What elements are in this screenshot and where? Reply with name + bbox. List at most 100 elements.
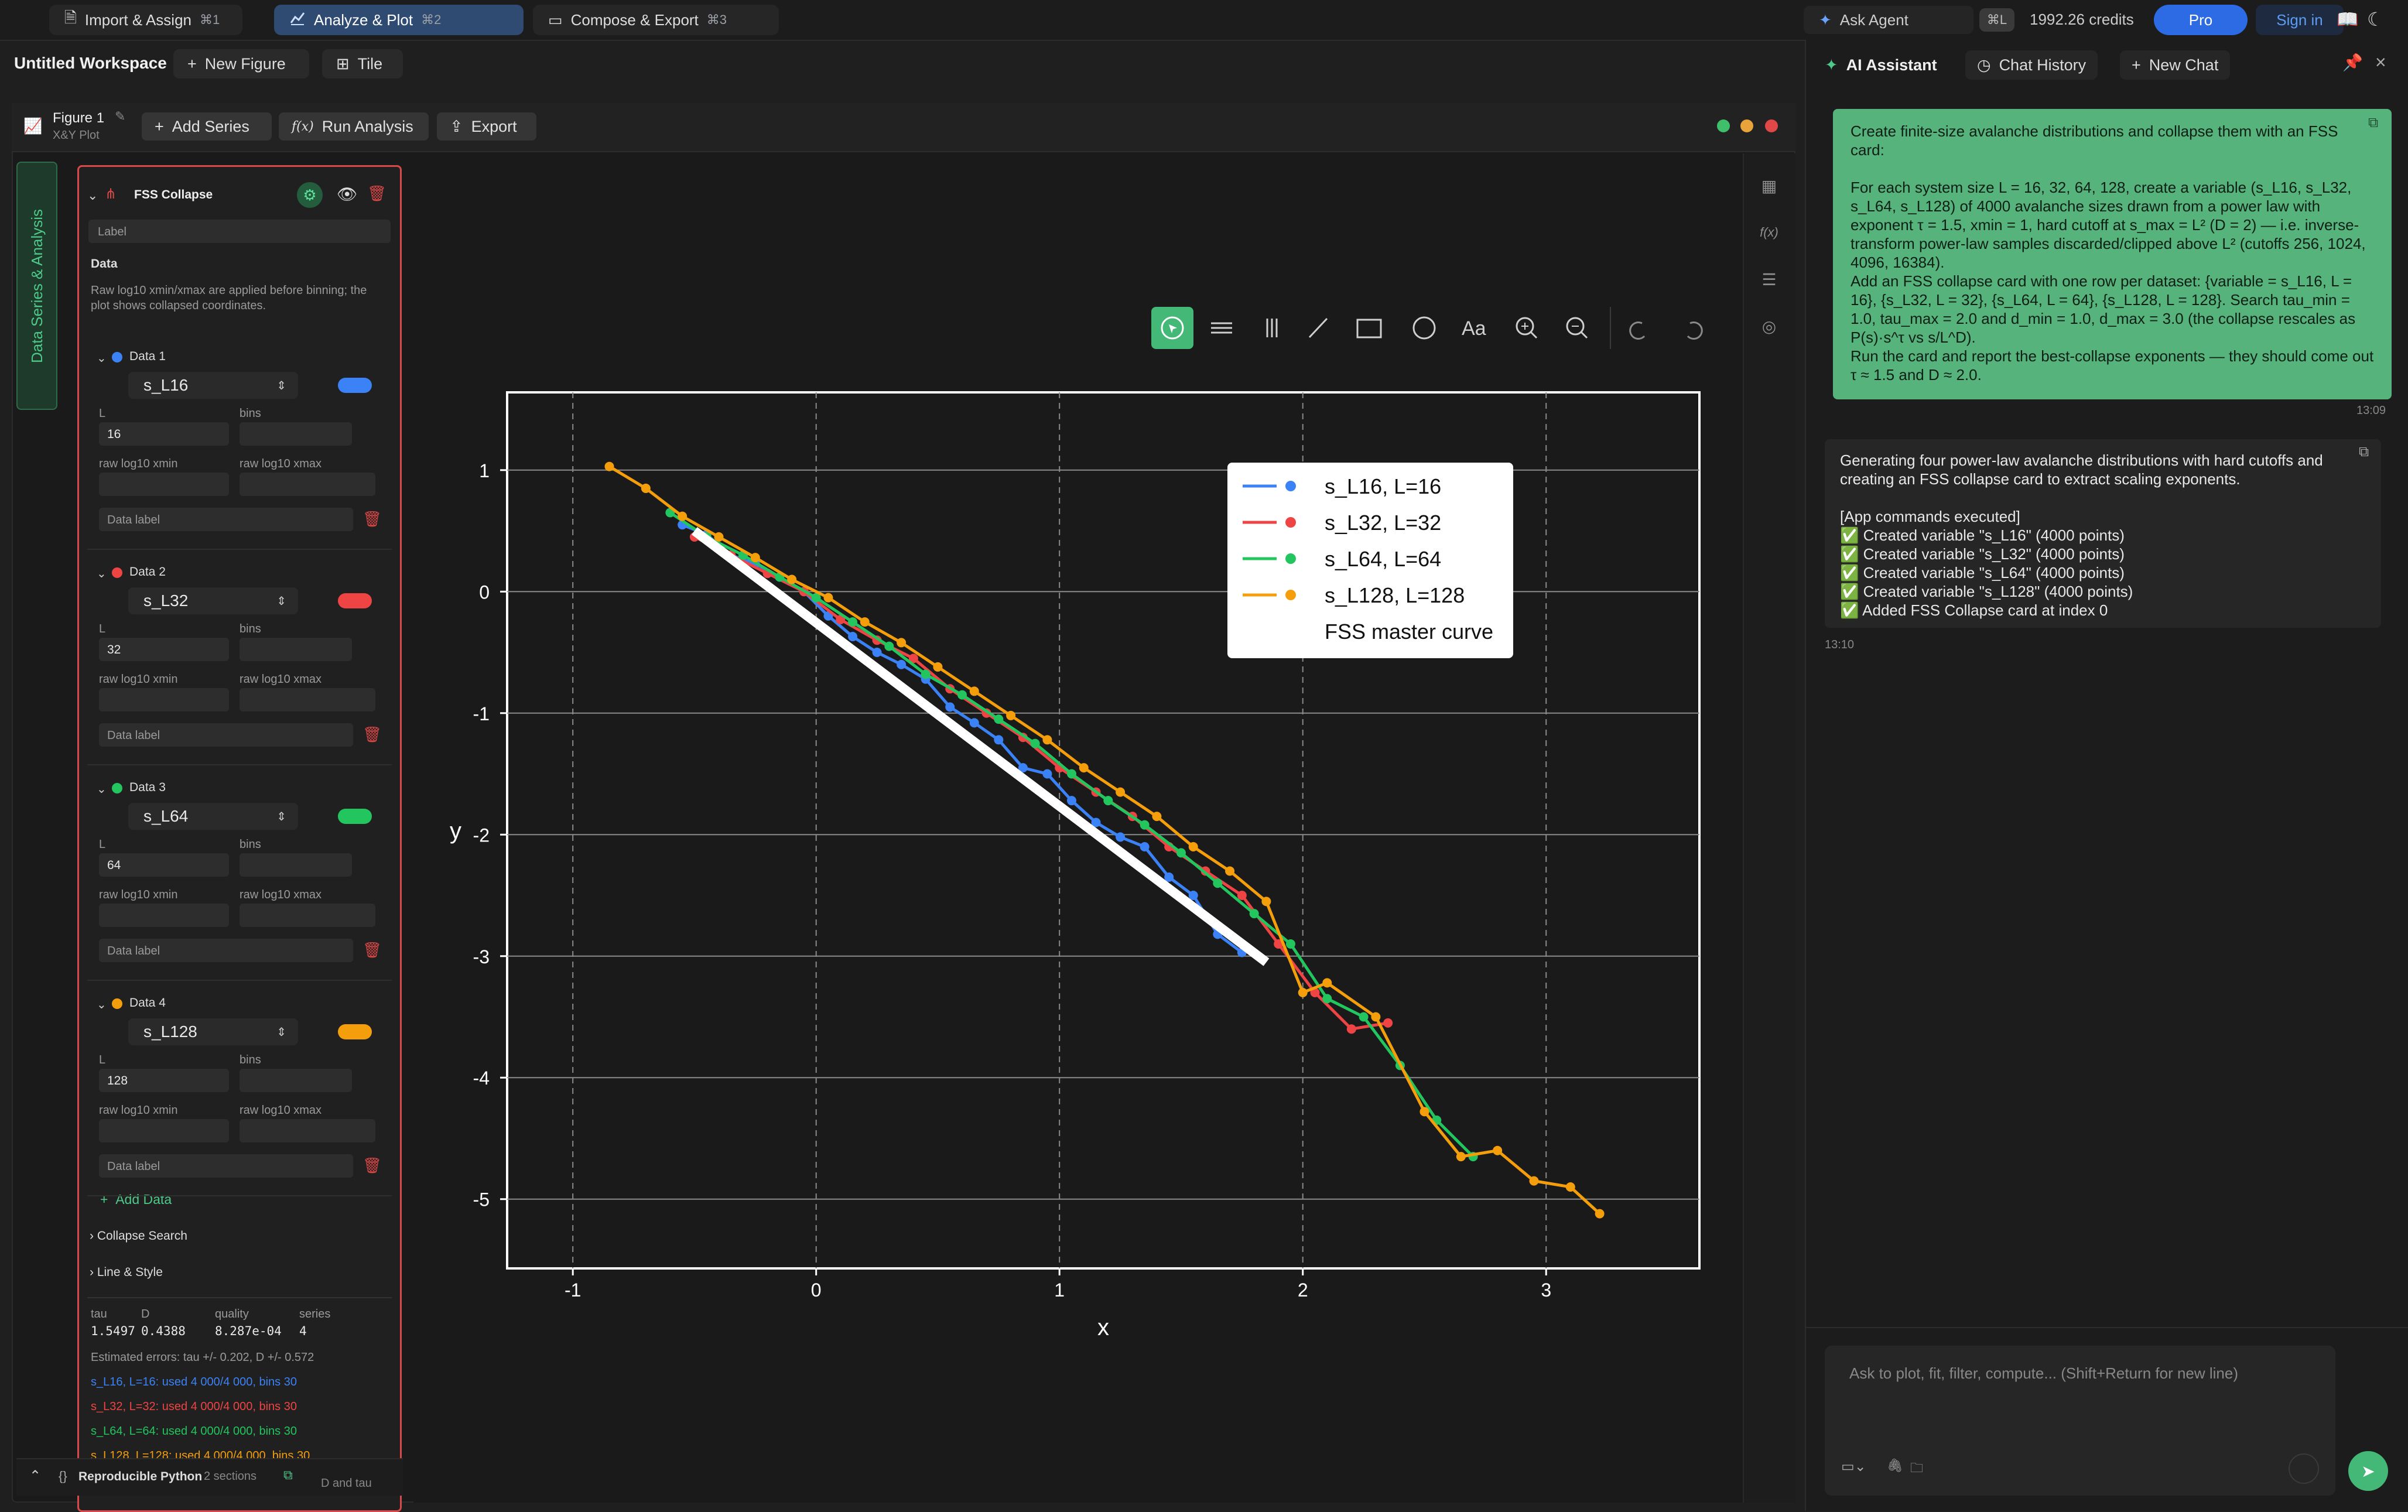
table-icon[interactable]: ▦ bbox=[1752, 169, 1786, 203]
new-chat-button[interactable]: + New Chat bbox=[2120, 50, 2231, 80]
grid-icon: ⊞ bbox=[336, 54, 350, 73]
chat-input[interactable]: Ask to plot, fit, filter, compute... (Sh… bbox=[1825, 1346, 2335, 1496]
chat-input-placeholder: Ask to plot, fit, filter, compute... (Sh… bbox=[1849, 1364, 2239, 1382]
pro-button[interactable]: Pro bbox=[2154, 5, 2248, 35]
dataset-label-input[interactable]: Data label bbox=[99, 508, 353, 531]
run-analysis-button[interactable]: f(x) Run Analysis bbox=[279, 112, 429, 141]
dataset-l-input[interactable]: 32 bbox=[99, 638, 229, 661]
add-data-button[interactable]: + Add Data bbox=[100, 1192, 172, 1207]
workspace-title[interactable]: Untitled Workspace bbox=[14, 54, 167, 73]
check-circle-icon[interactable]: ◎ bbox=[1752, 309, 1786, 343]
dataset-xmax-input[interactable] bbox=[240, 1119, 375, 1142]
dataset-xmax-input[interactable] bbox=[240, 473, 375, 496]
delete-dataset-icon[interactable]: 🗑 bbox=[362, 941, 382, 959]
zoom-out-icon[interactable] bbox=[1566, 317, 1588, 339]
reproducible-python-bar[interactable]: ⌃ {} Reproducible Python 2 sections ⧉ D … bbox=[16, 1458, 403, 1496]
dataset-label-input[interactable]: Data label bbox=[99, 939, 353, 962]
rename-pencil-icon[interactable]: ✎ bbox=[115, 109, 125, 124]
moon-icon[interactable]: ☾ bbox=[2367, 8, 2384, 30]
zoom-in-icon[interactable] bbox=[1516, 317, 1538, 339]
line-style-section[interactable]: › Line & Style bbox=[90, 1265, 163, 1280]
eye-icon[interactable]: 👁 bbox=[337, 184, 358, 204]
xy-plot[interactable]: Aa 1 0 -1 -2 -3 -4 -5 -1 0 1 2 3 x y s_L16, L=16 s_L32,… bbox=[413, 153, 1743, 1503]
dataset-l-input[interactable]: 64 bbox=[99, 853, 229, 877]
folder-icon[interactable]: 🗀 bbox=[1910, 1458, 1923, 1480]
export-button[interactable]: ⇪ Export bbox=[437, 112, 536, 141]
rect-icon[interactable] bbox=[1356, 319, 1382, 338]
collapse-chevron-icon[interactable]: ⌄ bbox=[87, 188, 98, 203]
dataset-xmax-input[interactable] bbox=[240, 904, 375, 927]
tab-analyze-plot[interactable]: Analyze & Plot ⌘2 bbox=[274, 5, 524, 35]
dataset-variable-select[interactable]: s_L16 ⇕ bbox=[128, 372, 298, 399]
image-attach-icon[interactable]: ▭⌄ bbox=[1841, 1458, 1866, 1475]
dataset-bins-input[interactable] bbox=[240, 853, 352, 877]
line-icon[interactable] bbox=[1308, 317, 1328, 338]
dataset-xmax-input[interactable] bbox=[240, 688, 375, 711]
dataset-variable-select[interactable]: s_L64 ⇕ bbox=[128, 803, 298, 830]
dataset-bins-input[interactable] bbox=[240, 638, 352, 661]
book-icon[interactable]: 📖 bbox=[2337, 9, 2358, 30]
data-point bbox=[1176, 848, 1186, 858]
card-label-input[interactable]: Label bbox=[88, 220, 391, 243]
dataset-bins-input[interactable] bbox=[240, 1069, 352, 1092]
delete-card-icon[interactable]: 🗑 bbox=[367, 184, 386, 203]
gear-icon[interactable]: ⚙ bbox=[297, 182, 323, 208]
add-series-button[interactable]: + Add Series bbox=[142, 112, 272, 141]
dataset-xmin-input[interactable] bbox=[99, 1119, 229, 1142]
data-point bbox=[1079, 763, 1089, 773]
dataset-bins-input[interactable] bbox=[240, 422, 352, 446]
pin-icon[interactable]: 📌 bbox=[2342, 53, 2363, 72]
tab-compose-export[interactable]: ▭ Compose & Export ⌘3 bbox=[533, 5, 779, 35]
tab-import-assign[interactable]: 🗎 Import & Assign ⌘1 bbox=[49, 5, 242, 35]
copy-icon[interactable]: ⧉ bbox=[2368, 115, 2378, 131]
delete-dataset-icon[interactable]: 🗑 bbox=[362, 1157, 382, 1175]
chat-history-button[interactable]: ◷ Chat History bbox=[1965, 50, 2098, 80]
sliders-icon[interactable]: ☰ bbox=[1752, 262, 1786, 296]
dataset-label-input[interactable]: Data label bbox=[99, 1154, 353, 1178]
data-point bbox=[1322, 978, 1332, 988]
redo-icon[interactable] bbox=[1687, 321, 1703, 340]
result-line: s_L16, L=16: used 4 000/4 000, bins 30 bbox=[91, 1376, 297, 1388]
figure-name[interactable]: Figure 1 bbox=[53, 110, 104, 126]
dataset-variable-select[interactable]: s_L32 ⇕ bbox=[128, 587, 298, 614]
send-button[interactable]: ➤ bbox=[2348, 1451, 2388, 1491]
data-point bbox=[678, 511, 687, 521]
circle-icon[interactable] bbox=[1412, 316, 1436, 340]
chevron-up-icon[interactable]: ⌃ bbox=[29, 1467, 41, 1484]
function-icon[interactable]: f(x) bbox=[1752, 215, 1786, 249]
delete-dataset-icon[interactable]: 🗑 bbox=[362, 510, 382, 528]
new-figure-button[interactable]: + New Figure bbox=[173, 49, 309, 78]
window-minimize-dot[interactable] bbox=[1740, 119, 1753, 132]
copy-icon[interactable]: ⧉ bbox=[283, 1467, 293, 1483]
dataset-chevron-icon[interactable]: ⌄ bbox=[97, 351, 107, 365]
field-label-xmin: raw log10 xmin bbox=[99, 673, 178, 686]
dataset-color-swatch[interactable] bbox=[338, 809, 372, 824]
tile-button[interactable]: ⊞ Tile bbox=[322, 49, 403, 78]
dataset-l-input[interactable]: 16 bbox=[99, 422, 229, 446]
dataset-color-swatch[interactable] bbox=[338, 1024, 372, 1039]
window-close-dot[interactable] bbox=[1765, 119, 1778, 132]
window-maximize-dot[interactable] bbox=[1717, 119, 1730, 132]
dataset-color-swatch[interactable] bbox=[338, 378, 372, 393]
text-icon[interactable]: Aa bbox=[1462, 317, 1486, 340]
dataset-l-input[interactable]: 128 bbox=[99, 1069, 229, 1092]
dataset-variable-select[interactable]: s_L128 ⇕ bbox=[128, 1018, 298, 1045]
vlines-icon[interactable] bbox=[1266, 319, 1278, 337]
dataset-label-input[interactable]: Data label bbox=[99, 723, 353, 747]
dataset-chevron-icon[interactable]: ⌄ bbox=[97, 997, 107, 1012]
hlines-icon[interactable] bbox=[1211, 322, 1232, 334]
delete-dataset-icon[interactable]: 🗑 bbox=[362, 726, 382, 744]
dataset-chevron-icon[interactable]: ⌄ bbox=[97, 782, 107, 796]
close-icon[interactable]: × bbox=[2375, 52, 2386, 73]
sign-in-button[interactable]: Sign in bbox=[2256, 5, 2344, 35]
ask-agent-button[interactable]: ✦ Ask Agent bbox=[1804, 6, 1973, 34]
dataset-xmin-input[interactable] bbox=[99, 904, 229, 927]
collapse-search-section[interactable]: › Collapse Search bbox=[90, 1229, 187, 1243]
undo-icon[interactable] bbox=[1629, 321, 1646, 340]
dataset-xmin-input[interactable] bbox=[99, 473, 229, 496]
dataset-color-swatch[interactable] bbox=[338, 593, 372, 608]
dataset-chevron-icon[interactable]: ⌄ bbox=[97, 566, 107, 581]
paperclip-icon[interactable]: 🖇 bbox=[1887, 1458, 1903, 1473]
copy-icon[interactable]: ⧉ bbox=[2359, 444, 2369, 460]
dataset-xmin-input[interactable] bbox=[99, 688, 229, 711]
